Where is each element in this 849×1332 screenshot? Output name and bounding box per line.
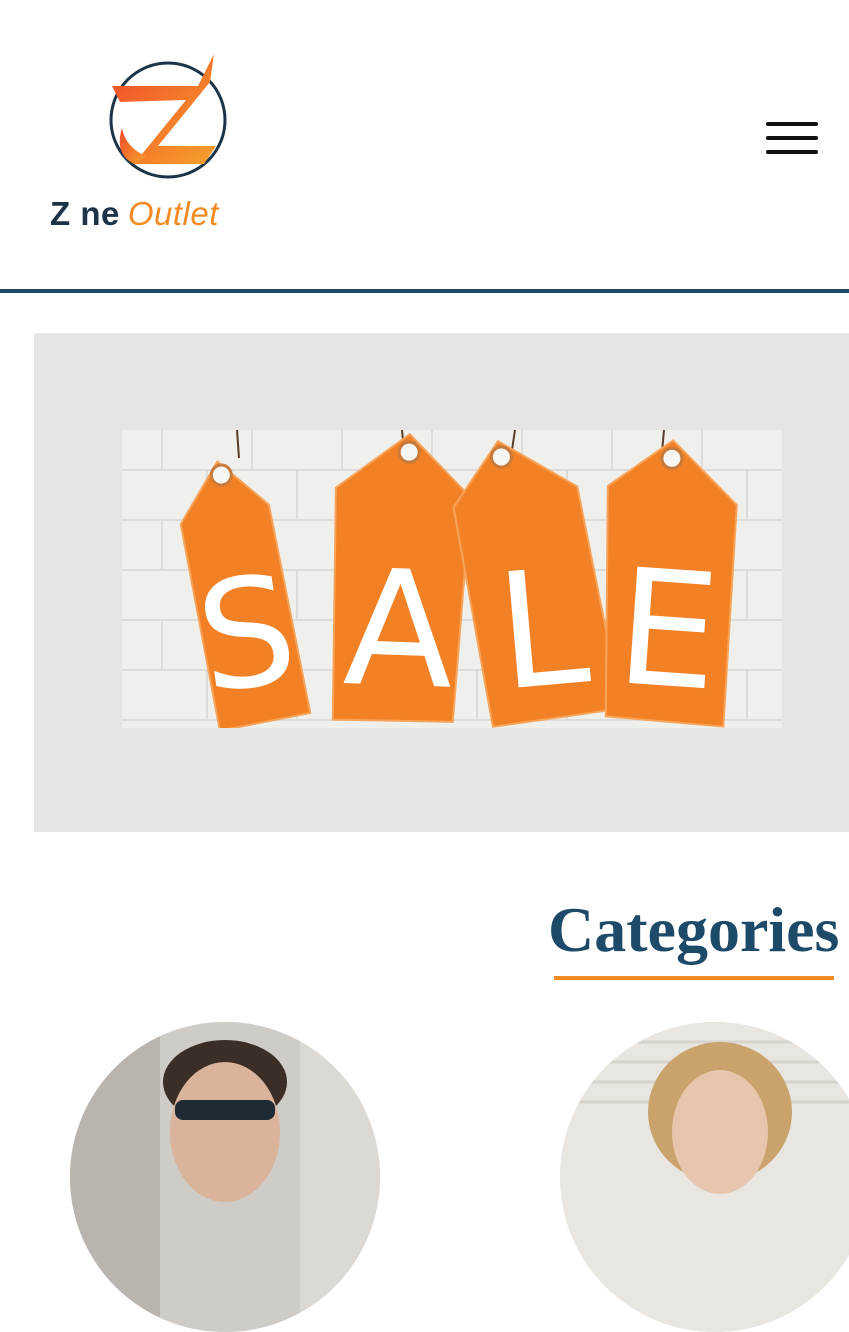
svg-text:E: E	[611, 533, 725, 727]
tag-e: E	[604, 439, 738, 728]
tag-l: L	[452, 439, 623, 728]
categories-heading: Categories	[548, 894, 840, 965]
menu-bar	[766, 136, 818, 140]
zone-outlet-logo[interactable]: Z ne Outlet	[44, 44, 304, 244]
menu-bar	[766, 150, 818, 154]
blonde-woman-image	[560, 1022, 849, 1332]
category-women[interactable]	[560, 1022, 849, 1332]
svg-text:L: L	[490, 533, 595, 727]
menu-bar	[766, 122, 818, 126]
categories-underline	[554, 976, 834, 980]
header-divider	[0, 289, 849, 293]
tag-a: A	[331, 432, 472, 725]
site-header: Z ne Outlet	[0, 0, 849, 290]
tag-s: S	[179, 459, 312, 728]
category-men[interactable]	[70, 1022, 380, 1332]
sale-banner[interactable]: S A L E	[34, 333, 849, 832]
svg-text:A: A	[341, 534, 457, 725]
logo-mark-icon	[109, 54, 227, 179]
sale-tags-image: S A L E	[122, 430, 782, 728]
logo-word-outlet: Outlet	[127, 195, 219, 232]
logo-wordmark: Z ne Outlet	[50, 194, 219, 234]
hamburger-icon[interactable]	[760, 114, 824, 164]
logo-word-zone: Z ne	[50, 195, 120, 232]
man-with-sunglasses-image	[70, 1022, 380, 1332]
